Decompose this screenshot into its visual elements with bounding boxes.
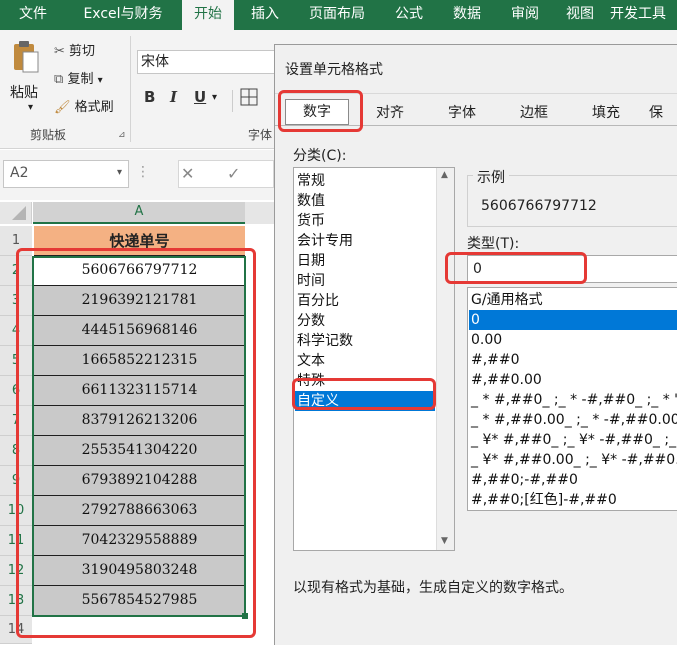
format-cells-dialog: 设置单元格格式 数字 对齐 字体 边框 填充 保 分类(C): 常规 数值 货币… — [274, 44, 677, 645]
format-item[interactable]: #,##0 — [471, 350, 520, 370]
format-painter-label: 格式刷 — [74, 100, 114, 115]
format-item[interactable]: #,##0;[红色]-#,##0 — [471, 490, 617, 510]
dialog-title: 设置单元格格式 — [285, 62, 383, 78]
paste-button[interactable]: 粘贴 — [10, 82, 38, 102]
format-item[interactable]: _ ¥* #,##0.00_ ;_ ¥* -#,##0.00 — [471, 450, 677, 470]
underline-dropdown-icon[interactable]: ▾ — [212, 92, 217, 103]
more-icon: ⋮ — [136, 164, 150, 180]
dialog-launcher-icon[interactable]: ⊿ — [118, 130, 126, 140]
formula-actions: ✕ ✓ — [178, 160, 274, 188]
borders-icon[interactable] — [240, 88, 258, 106]
copy-icon: ⧉ — [54, 72, 64, 87]
format-item[interactable]: G/通用格式 — [471, 290, 543, 310]
tab-formulas[interactable]: 公式 — [380, 0, 438, 30]
type-label: 类型(T): — [467, 236, 520, 252]
tab-view[interactable]: 视图 — [554, 0, 606, 30]
scroll-up-icon[interactable]: ▲ — [441, 170, 448, 180]
annotation-highlight-type-input — [445, 252, 587, 284]
annotation-highlight-custom-category — [292, 378, 436, 410]
format-item[interactable]: #,##0;-#,##0 — [471, 470, 578, 490]
name-box-value: A2 — [10, 165, 29, 181]
tab-developer[interactable]: 开发工具 — [610, 0, 677, 30]
column-header-a[interactable]: A — [33, 202, 245, 224]
format-item[interactable]: _ * #,##0_ ;_ * -#,##0_ ;_ * "-" — [471, 390, 677, 410]
copy-label: 复制 — [67, 72, 94, 87]
copy-button[interactable]: ⧉ 复制 ▾ — [54, 68, 103, 87]
category-item[interactable]: 货币 — [297, 211, 325, 231]
format-item[interactable]: _ ¥* #,##0_ ;_ ¥* -#,##0_ ;_ ¥ — [471, 430, 677, 450]
tab-page-layout[interactable]: 页面布局 — [294, 0, 380, 30]
dialog-tab-border[interactable]: 边框 — [505, 101, 563, 125]
format-painter-button[interactable]: 🖌 格式刷 — [54, 96, 114, 115]
paste-icon[interactable] — [10, 40, 40, 76]
enter-icon[interactable]: ✓ — [227, 164, 240, 183]
select-all-corner[interactable] — [0, 202, 32, 224]
dialog-tab-fill[interactable]: 填充 — [577, 101, 635, 125]
cut-button[interactable]: ✂ 剪切 — [54, 40, 95, 59]
category-item[interactable]: 时间 — [297, 271, 325, 291]
column-header-b[interactable] — [245, 202, 275, 224]
category-item[interactable]: 数值 — [297, 191, 325, 211]
format-item[interactable]: 0.00 — [471, 330, 502, 350]
format-item[interactable]: _ * #,##0.00_ ;_ * -#,##0.00_ — [471, 410, 677, 430]
dialog-tab-protection[interactable]: 保 — [649, 101, 677, 125]
format-item[interactable]: #,##0.00 — [471, 370, 542, 390]
annotation-highlight-number-tab — [278, 90, 363, 132]
underline-button[interactable]: U — [194, 88, 206, 106]
format-description: 以现有格式为基础，生成自定义的数字格式。 — [293, 580, 573, 596]
brush-icon: 🖌 — [54, 100, 71, 115]
sample-value: 5606766797712 — [481, 198, 597, 214]
ribbon-tab-bar: 文件 Excel与财务 开始 插入 页面布局 公式 数据 审阅 视图 开发工具 — [0, 0, 677, 30]
category-item[interactable]: 分数 — [297, 311, 325, 331]
tab-data[interactable]: 数据 — [438, 0, 496, 30]
category-scrollbar[interactable]: ▲ ▼ — [436, 168, 454, 550]
annotation-highlight-selection — [16, 248, 256, 638]
category-item[interactable]: 文本 — [297, 351, 325, 371]
format-item-selected[interactable]: 0 — [469, 310, 677, 330]
scissors-icon: ✂ — [54, 44, 65, 59]
category-label: 分类(C): — [293, 148, 347, 164]
chevron-down-icon[interactable]: ▾ — [117, 167, 122, 178]
category-item[interactable]: 会计专用 — [297, 231, 353, 251]
chevron-down-icon: ▾ — [97, 75, 103, 86]
cut-label: 剪切 — [69, 44, 96, 59]
category-item[interactable]: 常规 — [297, 171, 325, 191]
font-name-input[interactable]: 宋体 — [137, 50, 277, 74]
dialog-tab-font[interactable]: 字体 — [433, 101, 491, 125]
category-item[interactable]: 日期 — [297, 251, 325, 271]
tab-excel-finance[interactable]: Excel与财务 — [66, 0, 180, 30]
cancel-icon[interactable]: ✕ — [181, 164, 194, 183]
sample-label: 示例 — [473, 167, 509, 187]
toolbar-divider — [232, 90, 233, 112]
name-box[interactable]: A2 ▾ — [3, 160, 129, 188]
paste-dropdown-icon[interactable]: ▾ — [28, 102, 33, 113]
scroll-down-icon[interactable]: ▼ — [441, 536, 448, 546]
italic-button[interactable]: I — [170, 88, 177, 106]
tab-insert[interactable]: 插入 — [236, 0, 294, 30]
category-item[interactable]: 科学记数 — [297, 331, 353, 351]
category-list[interactable]: 常规 数值 货币 会计专用 日期 时间 百分比 分数 科学记数 文本 特殊 自定… — [293, 167, 455, 551]
tab-review[interactable]: 审阅 — [496, 0, 554, 30]
clipboard-group-label: 剪贴板 — [30, 128, 67, 142]
category-item[interactable]: 百分比 — [297, 291, 339, 311]
dialog-tab-alignment[interactable]: 对齐 — [361, 101, 419, 125]
group-divider — [130, 36, 131, 142]
bold-button[interactable]: B — [144, 88, 155, 106]
tab-file[interactable]: 文件 — [0, 0, 66, 30]
format-list[interactable]: G/通用格式 0 0.00 #,##0 #,##0.00 _ * #,##0_ … — [467, 287, 677, 511]
font-group-label: 字体 — [248, 128, 273, 142]
tab-home[interactable]: 开始 — [182, 0, 234, 30]
